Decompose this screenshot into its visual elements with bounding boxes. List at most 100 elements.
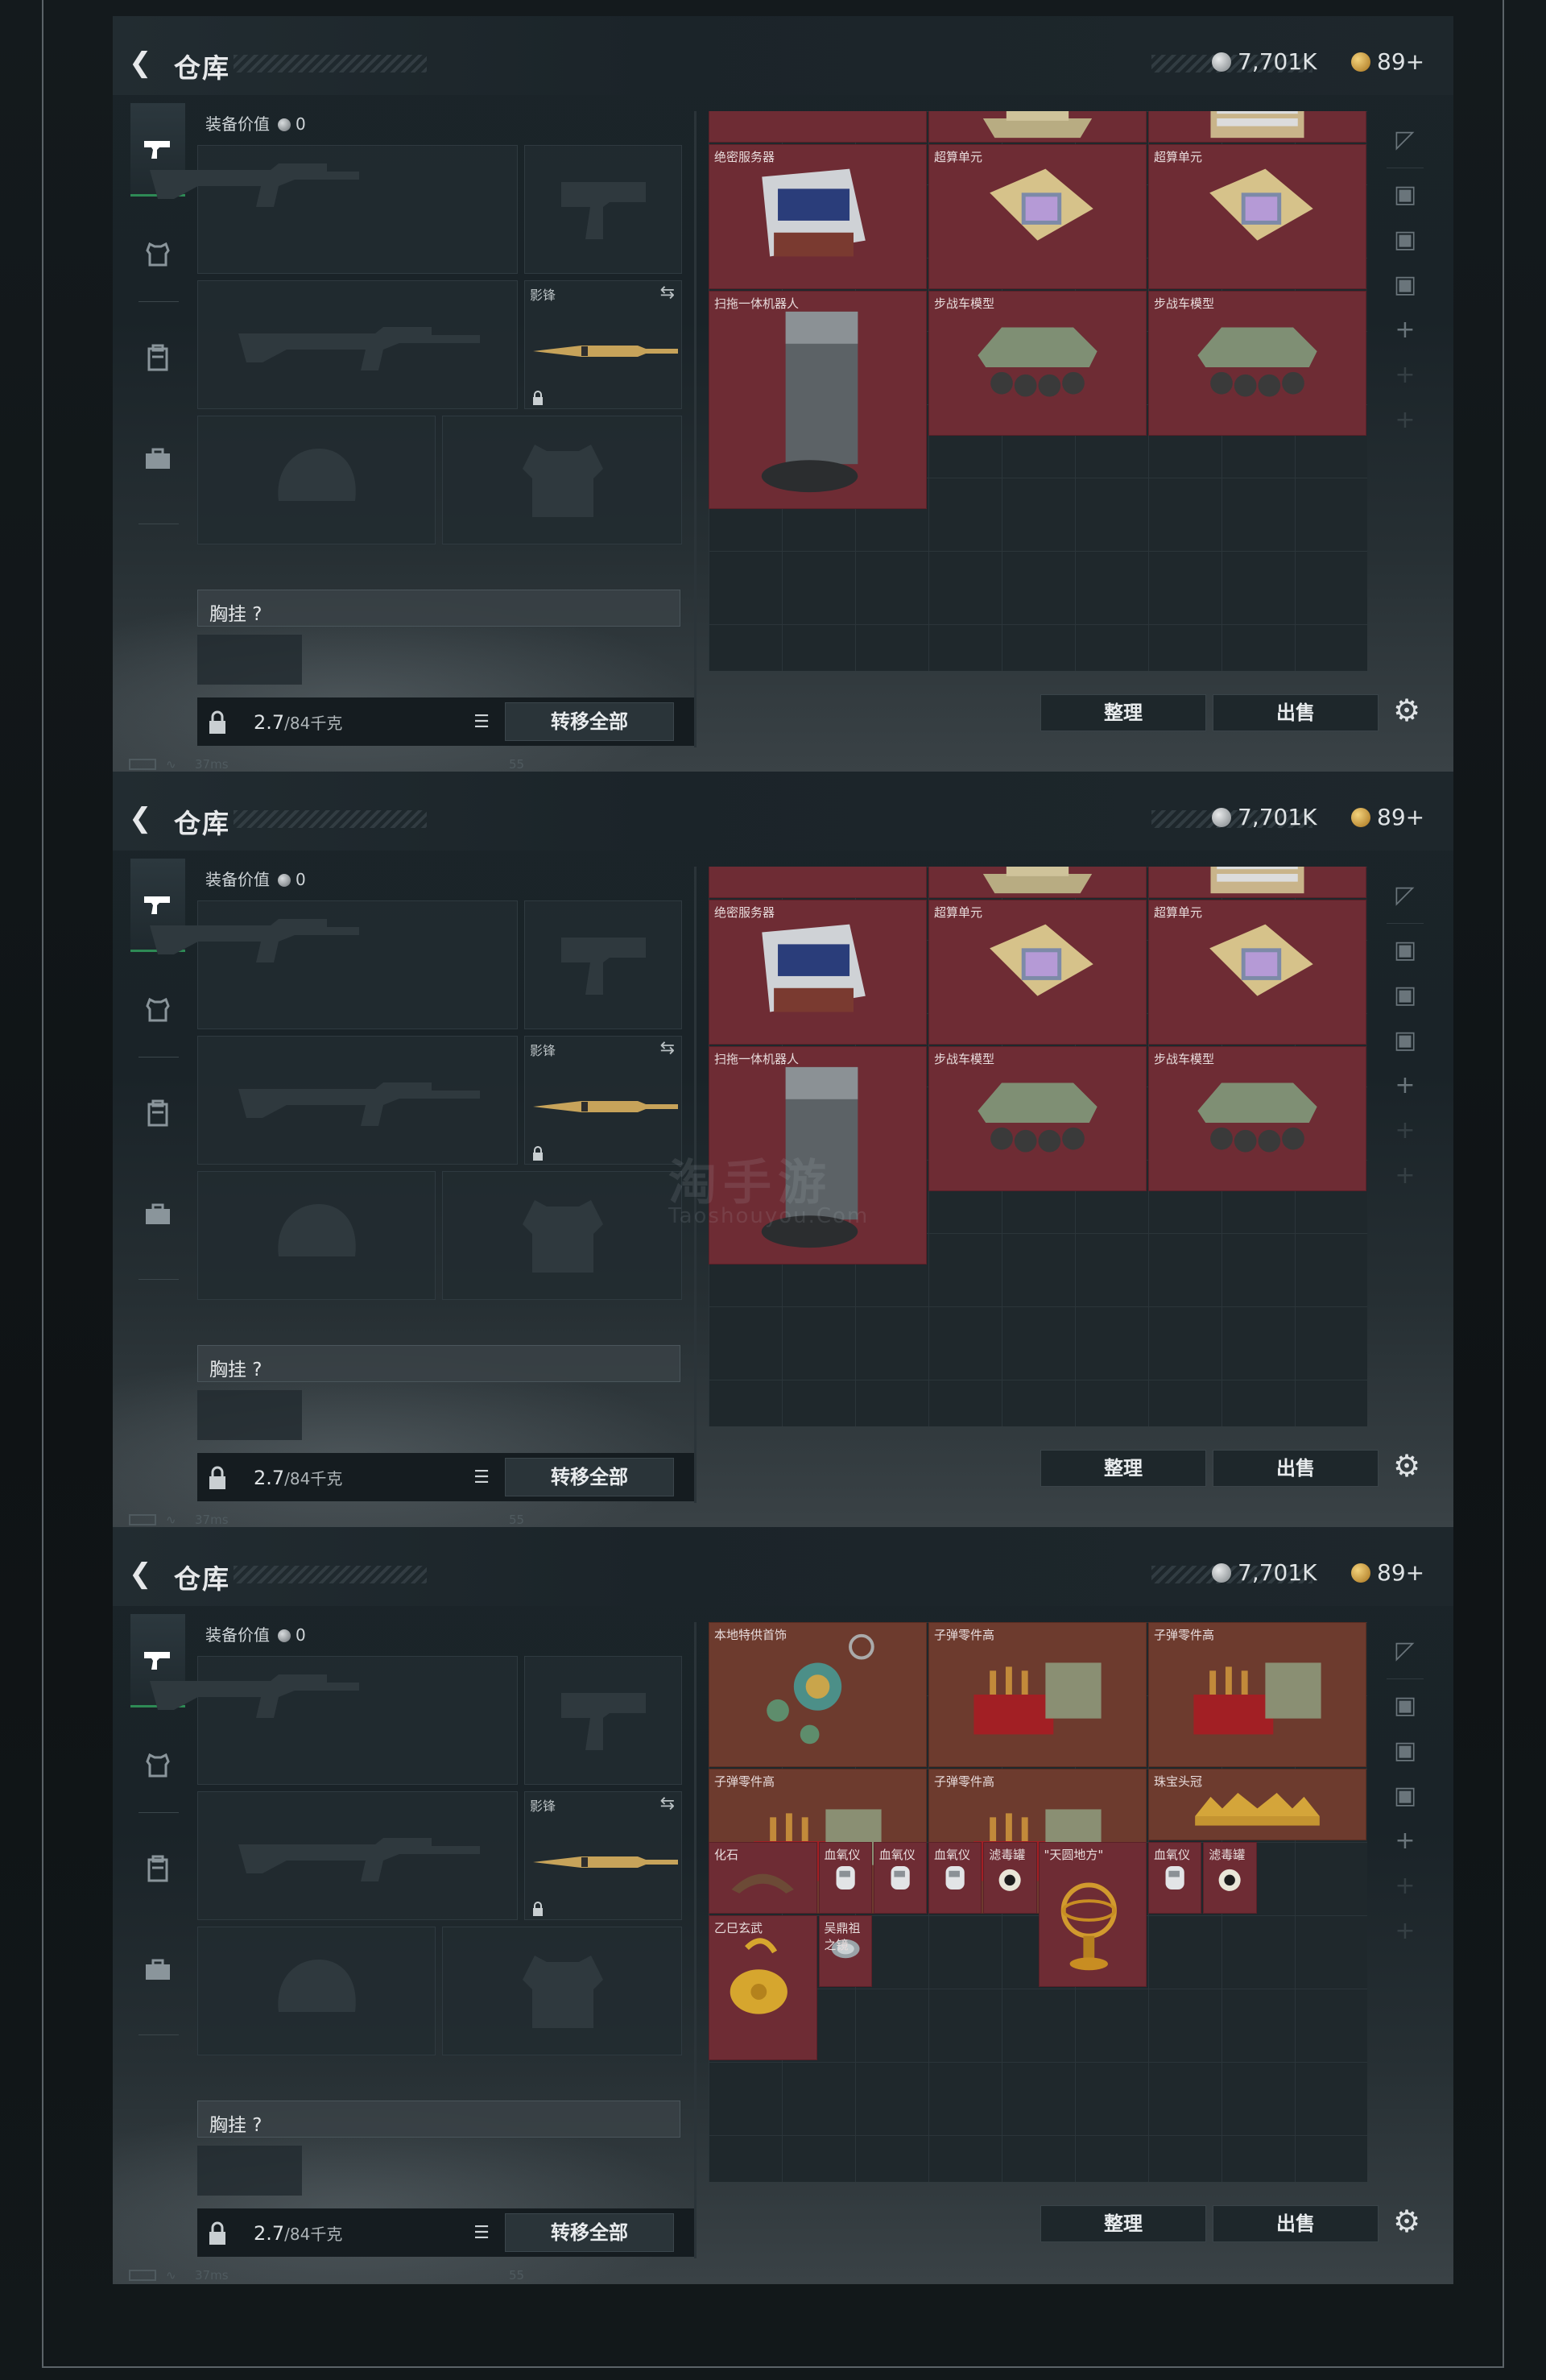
tab-case[interactable]: [130, 412, 185, 506]
move-all-button[interactable]: 转移全部: [505, 1458, 674, 1496]
item-cell[interactable]: 乙巳玄武: [709, 1915, 817, 2060]
item-cell[interactable]: 滤毒罐: [983, 1842, 1037, 1914]
chest-rig-slot[interactable]: [197, 1390, 302, 1440]
primary-weapon-slot[interactable]: [150, 900, 518, 1029]
item-cell[interactable]: [928, 867, 1147, 898]
storage-tab-icon[interactable]: ▣: [1385, 264, 1425, 304]
tab-armor[interactable]: [130, 1719, 185, 1812]
item-cell[interactable]: 吴鼎祖之镜: [818, 1915, 872, 1987]
add-storage-icon[interactable]: +: [1385, 1865, 1425, 1906]
secondary-weapon-slot[interactable]: [197, 280, 518, 409]
storage-tab-icon[interactable]: ▣: [1385, 1775, 1425, 1815]
tab-backpack[interactable]: [130, 311, 185, 404]
item-cell[interactable]: [928, 111, 1147, 143]
item-cell[interactable]: 子弹零件高: [928, 1622, 1147, 1767]
chest-rig-header[interactable]: 胸挂 ?: [197, 590, 680, 627]
gold-currency[interactable]: 89+: [1351, 1559, 1424, 1586]
item-cell[interactable]: "天圆地方": [1038, 1842, 1147, 1987]
storage-tab-icon[interactable]: ▣: [1385, 1020, 1425, 1060]
storage-tab-active-icon[interactable]: ▣: [1385, 219, 1425, 259]
item-cell[interactable]: 步战车模型: [1148, 290, 1366, 436]
add-storage-icon[interactable]: +: [1385, 354, 1425, 395]
primary-weapon-slot[interactable]: [150, 145, 518, 274]
storage-tab-4-icon[interactable]: ▣: [1385, 929, 1425, 970]
item-cell[interactable]: 步战车模型: [1148, 1045, 1366, 1191]
item-cell[interactable]: 绝密服务器: [709, 899, 927, 1045]
move-all-button[interactable]: 转移全部: [505, 702, 674, 741]
sell-button[interactable]: 出售: [1213, 2205, 1379, 2242]
tab-backpack[interactable]: [130, 1066, 185, 1160]
item-cell[interactable]: [1148, 867, 1366, 898]
safe-box-icon[interactable]: ◸: [1385, 875, 1425, 915]
tab-case[interactable]: [130, 1168, 185, 1261]
add-storage-icon[interactable]: +: [1385, 1820, 1425, 1861]
tidy-button[interactable]: 整理: [1040, 694, 1206, 731]
item-cell[interactable]: 超算单元: [928, 899, 1147, 1045]
storage-tab-active-icon[interactable]: ▣: [1385, 975, 1425, 1015]
melee-slot[interactable]: 影锋 ⇆: [524, 1791, 682, 1920]
safe-box-icon[interactable]: ◸: [1385, 119, 1425, 159]
tidy-button[interactable]: 整理: [1040, 2205, 1206, 2242]
chest-rig-header[interactable]: 胸挂 ?: [197, 2101, 680, 2138]
gear-icon[interactable]: ⚙: [1389, 2204, 1424, 2239]
item-cell[interactable]: 超算单元: [928, 143, 1147, 289]
item-cell[interactable]: 血氧仪: [818, 1842, 872, 1914]
melee-slot[interactable]: 影锋 ⇆: [524, 1036, 682, 1165]
secondary-weapon-slot[interactable]: [197, 1036, 518, 1165]
list-icon[interactable]: ☰: [469, 2223, 494, 2243]
swap-icon[interactable]: ⇆: [660, 1794, 675, 1814]
secondary-weapon-slot[interactable]: [197, 1791, 518, 1920]
pistol-slot[interactable]: [524, 1656, 682, 1785]
swap-icon[interactable]: ⇆: [660, 1038, 675, 1058]
tab-armor[interactable]: [130, 208, 185, 301]
body-armor-slot[interactable]: [442, 416, 682, 544]
add-storage-icon[interactable]: +: [1385, 1155, 1425, 1195]
item-cell[interactable]: [709, 111, 927, 143]
back-arrow-icon[interactable]: ❮: [129, 1559, 158, 1588]
silver-currency[interactable]: 7,701K: [1212, 48, 1317, 75]
tab-backpack[interactable]: [130, 1822, 185, 1915]
item-cell[interactable]: 血氧仪: [1148, 1842, 1202, 1914]
item-cell[interactable]: 步战车模型: [928, 1045, 1147, 1191]
item-cell[interactable]: 扫拖一体机器人: [709, 290, 927, 509]
sell-button[interactable]: 出售: [1213, 1450, 1379, 1487]
tab-case[interactable]: [130, 1923, 185, 2017]
item-cell[interactable]: 滤毒罐: [1203, 1842, 1257, 1914]
add-storage-icon[interactable]: +: [1385, 1065, 1425, 1105]
chest-rig-slot[interactable]: [197, 2146, 302, 2196]
body-armor-slot[interactable]: [442, 1927, 682, 2055]
melee-slot[interactable]: 影锋 ⇆: [524, 280, 682, 409]
item-cell[interactable]: 步战车模型: [928, 290, 1147, 436]
storage-tab-4-icon[interactable]: ▣: [1385, 1685, 1425, 1725]
gear-icon[interactable]: ⚙: [1389, 1448, 1424, 1484]
chest-rig-slot[interactable]: [197, 635, 302, 685]
tab-armor[interactable]: [130, 963, 185, 1057]
list-icon[interactable]: ☰: [469, 712, 494, 732]
primary-weapon-slot[interactable]: [150, 1656, 518, 1785]
pistol-slot[interactable]: [524, 145, 682, 274]
sell-button[interactable]: 出售: [1213, 694, 1379, 731]
add-storage-icon[interactable]: +: [1385, 1110, 1425, 1150]
pistol-slot[interactable]: [524, 900, 682, 1029]
silver-currency[interactable]: 7,701K: [1212, 804, 1317, 830]
item-cell[interactable]: 血氧仪: [873, 1842, 927, 1914]
gear-icon[interactable]: ⚙: [1389, 693, 1424, 728]
item-cell[interactable]: 血氧仪: [928, 1842, 982, 1914]
add-storage-icon[interactable]: +: [1385, 1910, 1425, 1951]
list-icon[interactable]: ☰: [469, 1467, 494, 1488]
storage-tab-active-icon[interactable]: ▣: [1385, 1730, 1425, 1770]
item-cell[interactable]: 本地特供首饰: [709, 1622, 927, 1767]
storage-tab-4-icon[interactable]: ▣: [1385, 174, 1425, 214]
back-arrow-icon[interactable]: ❮: [129, 48, 158, 77]
add-storage-icon[interactable]: +: [1385, 309, 1425, 350]
swap-icon[interactable]: ⇆: [660, 283, 675, 303]
silver-currency[interactable]: 7,701K: [1212, 1559, 1317, 1586]
item-cell[interactable]: 绝密服务器: [709, 143, 927, 289]
helmet-slot[interactable]: [197, 1927, 436, 2055]
item-cell[interactable]: 超算单元: [1148, 143, 1366, 289]
helmet-slot[interactable]: [197, 416, 436, 544]
gold-currency[interactable]: 89+: [1351, 48, 1424, 75]
item-cell[interactable]: 超算单元: [1148, 899, 1366, 1045]
back-arrow-icon[interactable]: ❮: [129, 804, 158, 833]
item-cell[interactable]: 子弹零件高: [1148, 1622, 1366, 1767]
